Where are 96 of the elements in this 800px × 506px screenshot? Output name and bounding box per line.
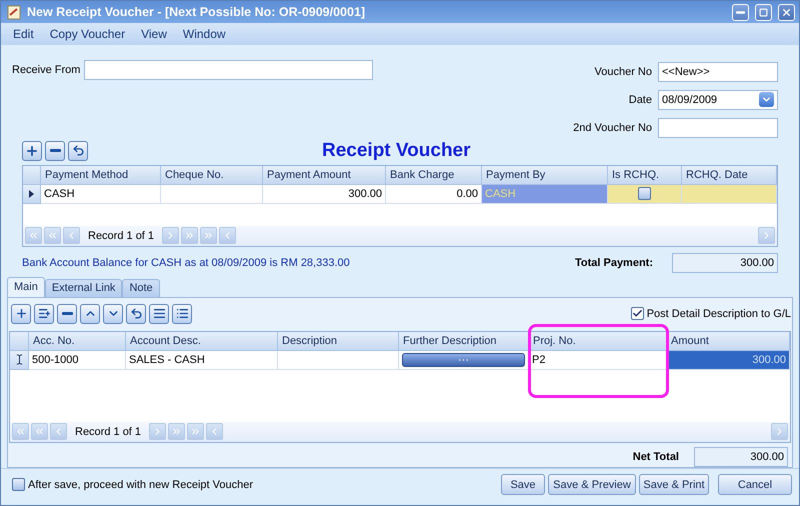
close-button[interactable] <box>778 4 795 21</box>
double-chevron-left-icon <box>28 230 39 242</box>
table-cell: 300.00 <box>263 184 386 204</box>
minus-icon <box>62 312 72 316</box>
post-detail-checkbox[interactable]: Post Detail Description to G/L <box>630 307 791 320</box>
window-title: New Receipt Voucher - [Next Possible No: OR-0909/0001] <box>27 5 366 20</box>
maximize-button[interactable] <box>755 4 772 21</box>
column-header[interactable]: Amount <box>667 332 790 351</box>
date-field[interactable]: 08/09/2009 <box>658 90 778 110</box>
column-header[interactable]: Proj. No. <box>529 332 667 351</box>
action-button[interactable]: Cancel <box>718 474 792 496</box>
field-label: 2nd Voucher No <box>573 122 652 134</box>
double-chevron-left-icon <box>15 426 26 438</box>
net-total-value: 300.00 <box>694 446 788 467</box>
current-row-icon <box>29 190 34 198</box>
menu-item[interactable]: View <box>133 27 175 42</box>
input-field[interactable] <box>658 118 778 138</box>
table-cell: CASH <box>482 184 608 204</box>
minus-icon <box>50 149 60 152</box>
net-total-label: Net Total <box>632 450 679 463</box>
table-cell: 300.00 <box>667 350 790 370</box>
action-button[interactable]: Save & Print <box>639 474 709 496</box>
column-header[interactable]: Bank Charge <box>386 166 482 185</box>
maximize-icon <box>759 8 768 17</box>
field-label: Voucher No <box>594 66 652 78</box>
table-cell: SALES - CASH <box>126 350 278 370</box>
column-header[interactable]: Further Description <box>399 332 529 351</box>
balance-note: Bank Account Balance for CASH as at 08/09/2009 is RM 28,333.00 <box>22 256 350 269</box>
plus-icon <box>14 307 28 320</box>
ellipsis-button[interactable]: ··· <box>402 352 525 367</box>
column-header[interactable]: Is RCHQ. <box>608 166 682 185</box>
input-field[interactable]: <<New>> <box>658 62 778 82</box>
remove-button[interactable] <box>45 140 65 161</box>
move-down-button[interactable] <box>103 304 123 324</box>
double-chevron-left-icon <box>34 426 45 438</box>
table-cell: 0.00 <box>386 184 482 204</box>
undo-icon <box>72 144 84 158</box>
total-label: Total Payment: <box>574 256 653 269</box>
action-button[interactable]: Save <box>501 474 545 496</box>
column-header[interactable]: Payment By <box>482 166 608 185</box>
column-header[interactable]: Cheque No. <box>161 166 263 185</box>
add-button[interactable] <box>11 304 31 324</box>
minimize-icon <box>736 10 745 14</box>
menu-item[interactable]: Window <box>174 27 234 42</box>
notepad-icon <box>7 4 21 20</box>
section-title: Receipt Voucher <box>322 140 471 162</box>
menu-item[interactable]: Copy Voucher <box>42 27 134 42</box>
checkbox[interactable] <box>638 187 651 200</box>
remove-button[interactable] <box>57 304 77 324</box>
double-chevron-right-icon <box>190 426 202 438</box>
row-indicator[interactable] <box>23 184 41 204</box>
action-button[interactable]: Save & Preview <box>548 474 636 496</box>
undo-button[interactable] <box>126 304 146 324</box>
plus-icon <box>25 144 39 158</box>
menu-item[interactable]: Edit <box>5 27 42 42</box>
column-header[interactable]: RCHQ. Date <box>682 166 777 185</box>
minimize-button[interactable] <box>732 4 749 21</box>
grid-corner <box>10 332 29 351</box>
list-button[interactable] <box>149 304 169 324</box>
double-chevron-right-icon <box>184 230 196 242</box>
input-field[interactable] <box>84 60 374 80</box>
record-counter: Record 1 of 1 <box>74 426 142 438</box>
table-cell: CASH <box>41 184 161 204</box>
tab[interactable]: External Link <box>44 278 122 297</box>
double-chevron-right-icon <box>203 230 214 242</box>
grid-corner <box>23 166 41 185</box>
double-chevron-right-icon <box>171 426 182 438</box>
dropdown-icon[interactable] <box>759 92 774 108</box>
column-header[interactable]: Description <box>278 332 399 351</box>
column-header[interactable]: Account Desc. <box>126 332 278 351</box>
tab[interactable]: Note <box>122 278 160 297</box>
total-value: 300.00 <box>672 252 778 273</box>
field-label: Receive From <box>12 64 80 76</box>
close-icon <box>781 6 792 18</box>
row-indicator[interactable] <box>10 350 29 370</box>
double-chevron-left-icon <box>47 230 58 242</box>
checkbox[interactable] <box>630 307 644 320</box>
column-header[interactable]: Payment Amount <box>263 166 386 185</box>
table-cell: 500-1000 <box>29 350 126 370</box>
tab[interactable]: Main <box>7 276 45 297</box>
insert-line-button[interactable] <box>34 304 54 324</box>
column-header[interactable]: Acc. No. <box>29 332 126 351</box>
undo-button[interactable] <box>68 140 88 161</box>
checkbox[interactable] <box>12 478 25 492</box>
column-header[interactable]: Payment Method <box>41 166 161 185</box>
record-counter: Record 1 of 1 <box>87 230 156 242</box>
list-icon <box>176 307 188 320</box>
checkbox-label: Post Detail Description to G/L <box>646 308 791 320</box>
check-icon <box>632 308 643 320</box>
lines-icon <box>152 307 166 320</box>
detail-list-button[interactable] <box>172 304 192 324</box>
undo-icon <box>130 307 142 320</box>
list-plus-icon <box>38 307 50 320</box>
add-button[interactable] <box>22 140 42 161</box>
move-up-button[interactable] <box>80 304 100 324</box>
field-label: Date <box>628 94 652 106</box>
